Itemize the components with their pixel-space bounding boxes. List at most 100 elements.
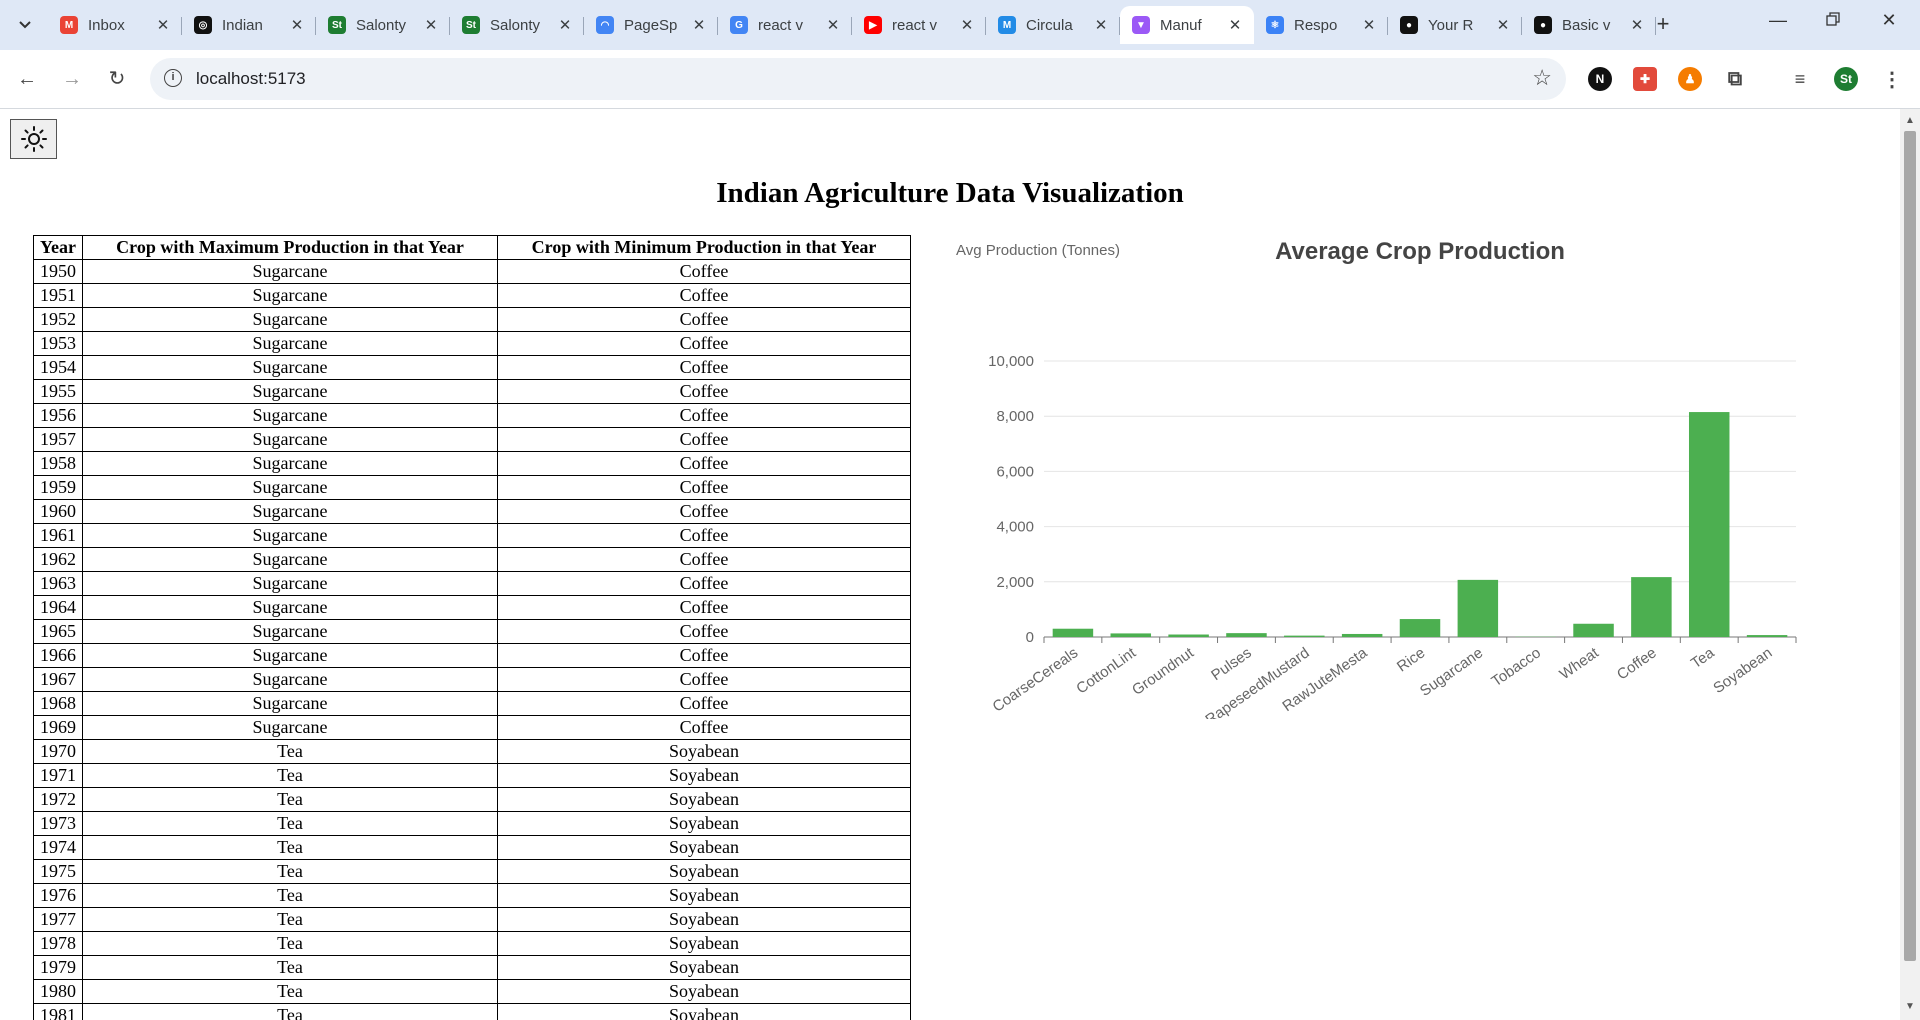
year-cell: 1972 [33,787,83,812]
close-tab-icon[interactable]: ✕ [1360,16,1378,34]
new-tab-button[interactable]: + [1650,12,1676,38]
max-crop-cell: Tea [82,955,498,980]
table-row: 1960 Sugarcane Coffee [33,499,911,524]
extension-icon[interactable]: ♟ [1678,67,1702,91]
close-tab-icon[interactable]: ✕ [288,16,306,34]
browser-tab[interactable]: ◎ Indian ✕ [182,6,316,44]
chevron-down-icon [19,21,31,29]
min-crop-cell: Coffee [497,331,911,356]
x-tick-label: Sugarcane [1417,644,1486,700]
browser-tab[interactable]: ◠ PageSp ✕ [584,6,718,44]
bar [1341,633,1383,637]
max-crop-cell: Tea [82,739,498,764]
y-tick-label: 0 [1026,629,1034,646]
close-tab-icon[interactable]: ✕ [690,16,708,34]
url-text[interactable]: localhost:5173 [196,69,306,89]
chart-title: Average Crop Production [1275,238,1565,265]
browser-tab[interactable]: M Circula ✕ [986,6,1120,44]
close-tab-icon[interactable]: ✕ [1226,16,1244,34]
browser-menu-icon[interactable]: ⋮ [1880,67,1904,91]
bar [1746,635,1788,637]
max-crop-cell: Sugarcane [82,571,498,596]
tab-search-button[interactable] [12,12,38,38]
sun-icon [20,126,47,152]
max-crop-cell: Sugarcane [82,523,498,548]
min-crop-cell: Coffee [497,715,911,740]
notion-extension-icon[interactable]: N [1588,67,1612,91]
year-cell: 1951 [33,283,83,308]
max-crop-cell: Sugarcane [82,643,498,668]
back-button[interactable]: ← [14,66,40,92]
bar [1573,623,1614,637]
browser-tab[interactable]: M Inbox ✕ [48,6,182,44]
table-row: 1969 Sugarcane Coffee [33,715,911,740]
year-cell: 1950 [33,259,83,284]
close-tab-icon[interactable]: ✕ [154,16,172,34]
table-row: 1978 Tea Soyabean [33,931,911,956]
min-crop-cell: Soyabean [497,979,911,1004]
page-scrollbar[interactable]: ▲ ▼ [1900,109,1920,1020]
scroll-up-arrow[interactable]: ▲ [1905,115,1915,126]
browser-tab[interactable]: ⚛ Respo ✕ [1254,6,1388,44]
close-tab-icon[interactable]: ✕ [1628,16,1646,34]
x-tick-label: Pulses [1208,644,1255,684]
browser-tab[interactable]: ● Your R ✕ [1388,6,1522,44]
min-crop-cell: Soyabean [497,763,911,788]
scrollbar-thumb[interactable] [1904,131,1916,961]
browser-tab[interactable]: St Salonty ✕ [316,6,450,44]
x-tick-label: Tobacco [1488,644,1544,690]
profile-avatar[interactable]: St [1834,67,1858,91]
salonty-icon: St [328,16,346,34]
close-tab-icon[interactable]: ✕ [958,16,976,34]
tab-title: Basic v [1562,16,1611,34]
max-crop-cell: Sugarcane [82,427,498,452]
forward-button[interactable]: → [59,66,85,92]
x-tick-label: CottonLint [1073,644,1139,698]
media-control-icon[interactable]: ≡ [1788,67,1812,91]
tab-title: react v [758,16,804,34]
github-icon: ● [1400,16,1418,34]
bar [1399,619,1441,637]
extensions-puzzle-icon[interactable]: ⧉ [1723,67,1747,91]
close-tab-icon[interactable]: ✕ [824,16,842,34]
site-info-icon[interactable]: i [164,69,182,87]
restore-button[interactable] [1818,10,1848,31]
extension-icon[interactable]: ✚ [1633,67,1657,91]
address-bar[interactable]: i localhost:5173 ☆ [150,58,1566,100]
browser-tab[interactable]: ● Basic v ✕ [1522,6,1656,44]
min-crop-cell: Soyabean [497,787,911,812]
year-cell: 1969 [33,715,83,740]
min-crop-cell: Coffee [497,355,911,380]
reload-button[interactable]: ↻ [104,66,130,92]
tab-title: Respo [1294,16,1338,34]
max-crop-cell: Sugarcane [82,499,498,524]
table-row: 1971 Tea Soyabean [33,763,911,788]
browser-tab[interactable]: ▶ react v ✕ [852,6,986,44]
min-crop-cell: Soyabean [497,955,911,980]
table-row: 1955 Sugarcane Coffee [33,379,911,404]
theme-toggle-button[interactable] [10,119,57,159]
min-crop-cell: Coffee [497,499,911,524]
close-window-button[interactable]: ✕ [1874,10,1904,31]
close-tab-icon[interactable]: ✕ [422,16,440,34]
scroll-down-arrow[interactable]: ▼ [1905,1001,1915,1012]
close-tab-icon[interactable]: ✕ [1494,16,1512,34]
max-crop-cell: Tea [82,859,498,884]
vite-icon: ▼ [1132,16,1150,34]
reactjs-icon: ⚛ [1266,16,1284,34]
bar [1284,635,1325,637]
min-crop-cell: Soyabean [497,931,911,956]
max-crop-cell: Sugarcane [82,307,498,332]
browser-tab[interactable]: ▼ Manuf ✕ [1120,6,1254,44]
min-crop-cell: Soyabean [497,883,911,908]
max-crop-cell: Tea [82,907,498,932]
min-crop-cell: Coffee [497,619,911,644]
min-crop-cell: Soyabean [497,811,911,836]
minimize-button[interactable]: — [1763,10,1793,31]
close-tab-icon[interactable]: ✕ [556,16,574,34]
browser-tab[interactable]: St Salonty ✕ [450,6,584,44]
min-crop-cell: Soyabean [497,859,911,884]
browser-tab[interactable]: Greact v ✕ [718,6,852,44]
bookmark-star-icon[interactable]: ☆ [1532,65,1552,91]
close-tab-icon[interactable]: ✕ [1092,16,1110,34]
